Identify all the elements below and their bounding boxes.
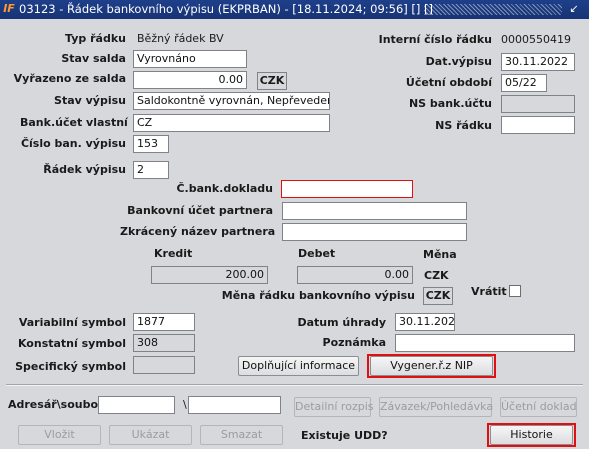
- interni-cislo-label: Interní číslo řádku: [378, 33, 492, 46]
- dat-vypisu-label: Dat.výpisu: [425, 55, 492, 68]
- ukazat-button[interactable]: Ukázat: [109, 425, 192, 445]
- ucetni-obdobi-label: Účetní období: [405, 76, 492, 89]
- vratit-label: Vrátit: [471, 285, 507, 298]
- app-logo-icon: IF: [3, 2, 15, 15]
- specificky-symbol-field[interactable]: [133, 356, 195, 374]
- cislo-vypisu-field[interactable]: 153: [133, 135, 169, 153]
- zkraceny-nazev-field[interactable]: [282, 223, 467, 241]
- title-bar-pattern: [424, 4, 562, 15]
- ns-bank-uctu-field[interactable]: [501, 95, 575, 113]
- bank-ucet-partnera-field[interactable]: [282, 202, 467, 220]
- dat-vypisu-field[interactable]: 30.11.2022: [501, 53, 575, 71]
- adresar-soubor-label: Adresář\soubor: [8, 398, 104, 411]
- cbank-dokladu-label: Č.bank.dokladu: [176, 182, 273, 195]
- mena-label: Měna: [423, 248, 457, 261]
- variabilni-symbol-field[interactable]: 1877: [133, 313, 195, 331]
- ucetni-obdobi-field[interactable]: 05/22: [501, 74, 547, 92]
- vygener-nip-button[interactable]: Vygener.ř.z NIP: [370, 356, 493, 376]
- zkraceny-nazev-label: Zkrácený název partnera: [120, 225, 276, 238]
- stav-vypisu-field[interactable]: Saldokontně vyrovnán, Nepřevedeno: [133, 92, 330, 110]
- cislo-vypisu-label: Číslo ban. výpisu: [20, 137, 126, 150]
- zavazek-pohledavka-button[interactable]: Závazek/Pohledávka: [379, 397, 493, 417]
- bank-ucet-vlastni-field[interactable]: CZ: [133, 114, 330, 132]
- poznamka-label: Poznámka: [322, 336, 386, 349]
- vyrazeno-ze-salda-field[interactable]: 0.00: [133, 71, 247, 89]
- datum-uhrady-label: Datum úhrady: [297, 316, 387, 329]
- poznamka-field[interactable]: [395, 334, 575, 352]
- typ-radku-label: Typ řádku: [65, 32, 126, 45]
- separator: [6, 384, 583, 386]
- typ-radku-value: Běžný řádek BV: [137, 32, 224, 45]
- kredit-field[interactable]: 200.00: [151, 266, 268, 284]
- title-bar: IF 03123 - Řádek bankovního výpisu (EKPR…: [0, 0, 589, 19]
- debet-field[interactable]: 0.00: [297, 266, 413, 284]
- cbank-dokladu-field[interactable]: [281, 180, 413, 198]
- stav-salda-label: Stav salda: [61, 52, 126, 65]
- window-title: 03123 - Řádek bankovního výpisu (EKPRBAN…: [19, 2, 434, 16]
- mena-radku-value: CZK: [423, 287, 453, 305]
- bank-ucet-partnera-label: Bankovní účet partnera: [127, 204, 273, 217]
- konstantni-symbol-label: Konstatní symbol: [17, 337, 126, 350]
- interni-cislo-value: 0000550419: [501, 33, 571, 46]
- kredit-label: Kredit: [154, 247, 193, 260]
- mena-value: CZK: [424, 269, 449, 282]
- debet-label: Debet: [298, 247, 336, 260]
- existuje-udd-label: Existuje UDD?: [301, 429, 388, 442]
- ns-radku-field[interactable]: [501, 116, 575, 134]
- vlozit-button[interactable]: Vložit: [18, 425, 101, 445]
- soubor-field[interactable]: [188, 396, 281, 414]
- variabilni-symbol-label: Variabilní symbol: [18, 316, 126, 329]
- doplnujici-informace-button[interactable]: Doplňující informace: [238, 356, 359, 376]
- ns-radku-label: NS řádku: [435, 119, 492, 132]
- smazat-button[interactable]: Smazat: [200, 425, 283, 445]
- path-separator: \: [183, 398, 187, 411]
- restore-icon[interactable]: ↙: [566, 1, 582, 17]
- vyrazeno-ze-salda-label: Vyřazeno ze salda: [13, 72, 126, 85]
- adresar-field[interactable]: [98, 396, 175, 414]
- stav-salda-field[interactable]: Vyrovnáno: [133, 50, 247, 68]
- radek-vypisu-label: Řádek výpisu: [43, 163, 126, 176]
- mena-radku-label: Měna řádku bankovního výpisu: [221, 289, 415, 302]
- window: IF 03123 - Řádek bankovního výpisu (EKPR…: [0, 0, 589, 449]
- bank-ucet-vlastni-label: Bank.účet vlastní: [20, 116, 128, 129]
- ucetni-doklad-button[interactable]: Účetní doklad: [500, 397, 577, 417]
- vyrazeno-currency: CZK: [257, 72, 287, 90]
- ns-bank-uctu-label: NS bank.účtu: [408, 97, 492, 110]
- datum-uhrady-field[interactable]: 30.11.2022: [395, 313, 455, 331]
- vratit-checkbox[interactable]: [509, 285, 521, 297]
- radek-vypisu-field[interactable]: 2: [133, 161, 169, 179]
- stav-vypisu-label: Stav výpisu: [54, 94, 126, 107]
- konstantni-symbol-field[interactable]: 308: [133, 334, 195, 352]
- specificky-symbol-label: Specifický symbol: [15, 360, 126, 373]
- historie-button[interactable]: Historie: [490, 425, 573, 445]
- detailni-rozpis-button[interactable]: Detailní rozpis: [294, 397, 373, 417]
